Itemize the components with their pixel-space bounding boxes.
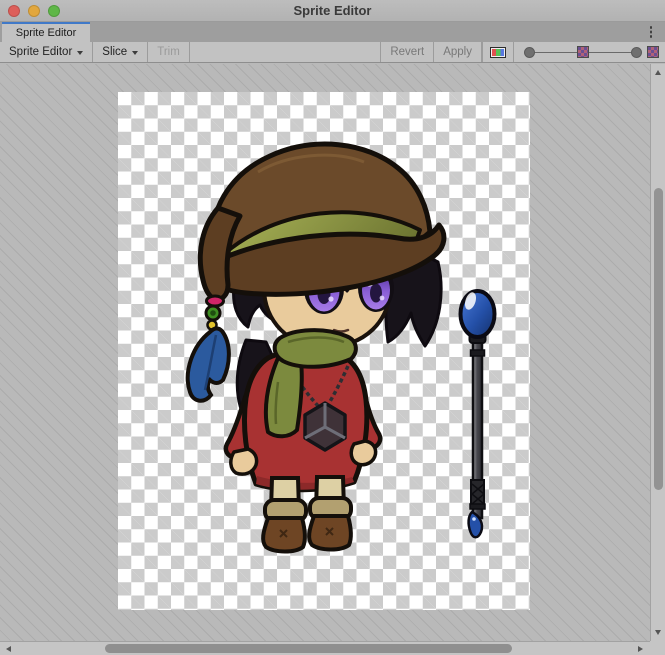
preview-sliders (514, 42, 665, 62)
scroll-left-icon[interactable] (6, 646, 11, 652)
trim-button[interactable]: Trim (148, 42, 190, 62)
zoom-slider-handle[interactable] (524, 47, 535, 58)
tab-sprite-editor[interactable]: Sprite Editor (2, 22, 90, 42)
mip-texture-icon (577, 46, 589, 58)
tab-label: Sprite Editor (16, 27, 77, 39)
chevron-down-icon (132, 51, 138, 55)
chevron-down-icon (77, 51, 83, 55)
feather (188, 328, 229, 400)
sprite-editor-mode-label: Sprite Editor (9, 46, 72, 58)
scroll-down-icon[interactable] (655, 630, 661, 635)
revert-label: Revert (390, 46, 424, 58)
horizontal-scrollbar-thumb[interactable] (105, 644, 512, 653)
sprite-editor-mode-dropdown[interactable]: Sprite Editor (0, 42, 93, 62)
apply-label: Apply (443, 46, 472, 58)
mip-slider-handle[interactable] (631, 47, 642, 58)
mip-texture-icon (647, 46, 659, 58)
revert-button[interactable]: Revert (381, 42, 433, 62)
vertical-scrollbar[interactable] (650, 64, 665, 641)
zoom-slider[interactable] (524, 45, 642, 59)
trim-label: Trim (157, 46, 180, 58)
toolbar: Sprite Editor Slice Trim Revert Apply (0, 42, 665, 63)
rgb-stripes-icon (490, 47, 506, 58)
kebab-icon (650, 26, 653, 29)
titlebar[interactable]: Sprite Editor (0, 0, 665, 22)
tab-bar: Sprite Editor (0, 22, 665, 42)
rgb-alpha-toggle-button[interactable] (482, 42, 514, 62)
scroll-up-icon[interactable] (655, 70, 661, 75)
overflow-menu-button[interactable] (647, 26, 655, 40)
toolbar-right-group: Revert Apply (380, 42, 665, 62)
scrollbar-corner (650, 641, 665, 655)
texture-preview[interactable] (118, 92, 530, 610)
sprite-canvas[interactable] (0, 64, 665, 655)
hat-charm (188, 296, 229, 401)
sprite-editor-window: Sprite Editor Sprite Editor Sprite Edito… (0, 0, 665, 655)
slice-label: Slice (102, 46, 127, 58)
window-title: Sprite Editor (0, 3, 665, 18)
witch-sprite (118, 92, 530, 610)
vertical-scrollbar-thumb[interactable] (654, 188, 663, 490)
slice-dropdown[interactable]: Slice (93, 42, 148, 62)
apply-button[interactable]: Apply (434, 42, 481, 62)
horizontal-scrollbar[interactable] (0, 641, 665, 655)
scroll-right-icon[interactable] (638, 646, 643, 652)
staff-sprite (461, 291, 495, 537)
